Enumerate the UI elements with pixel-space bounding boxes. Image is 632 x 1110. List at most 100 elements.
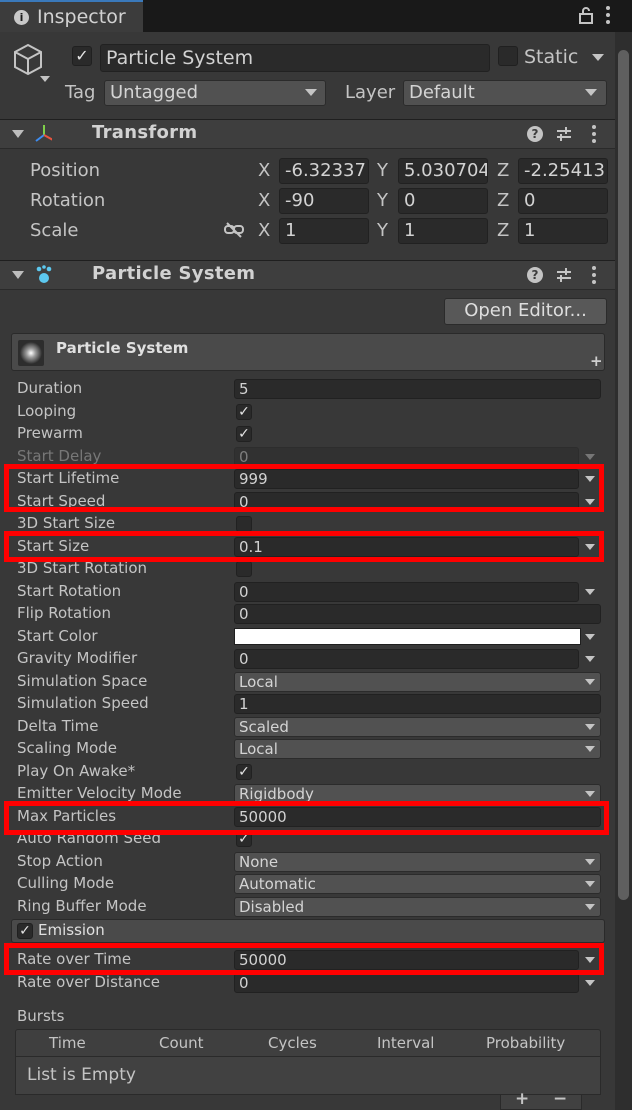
main-module-header[interactable]: Particle System + xyxy=(11,333,605,371)
transform-axes-icon xyxy=(35,125,52,142)
static-checkbox[interactable] xyxy=(498,46,518,66)
gravity-modifier-field[interactable]: 0 xyxy=(234,649,579,669)
culling-mode-dropdown[interactable]: Automatic xyxy=(234,874,601,894)
position-x-field[interactable]: -6.32337 xyxy=(279,158,369,184)
start-rotation-field[interactable]: 0 xyxy=(234,582,579,602)
rotation-y-field[interactable]: 0 xyxy=(398,188,488,214)
curve-mode-dropdown-icon[interactable] xyxy=(585,656,595,662)
bursts-label: Bursts xyxy=(17,1007,65,1025)
open-editor-button[interactable]: Open Editor... xyxy=(444,298,607,325)
highlight-box-max-particles xyxy=(4,801,609,835)
simulation-speed-field[interactable]: 1 xyxy=(234,694,601,714)
axis-y-label: Y xyxy=(377,160,388,181)
static-dropdown-icon[interactable] xyxy=(592,54,604,61)
rotation-z-field[interactable]: 0 xyxy=(518,188,608,214)
curve-mode-dropdown-icon[interactable] xyxy=(585,454,595,460)
bursts-column-probability: Probability xyxy=(486,1034,566,1052)
help-icon[interactable]: ? xyxy=(527,267,543,283)
axis-x-label: X xyxy=(258,220,271,241)
chevron-down-icon xyxy=(585,746,595,752)
axis-z-label: Z xyxy=(497,190,510,211)
rotation-label: Rotation xyxy=(30,190,106,211)
add-plus-icon[interactable]: + xyxy=(590,352,603,370)
bursts-footer: + − xyxy=(500,1089,582,1110)
scale-z-field[interactable]: 1 xyxy=(518,218,608,244)
color-mode-dropdown-icon[interactable] xyxy=(585,634,595,640)
more-menu-icon[interactable] xyxy=(606,4,612,26)
emitter-velocity-mode-label: Emitter Velocity Mode xyxy=(17,784,182,802)
emission-enabled-checkbox[interactable]: ✓ xyxy=(17,923,33,939)
foldout-arrow-icon[interactable] xyxy=(12,130,24,138)
play-on-awake-checkbox[interactable]: ✓ xyxy=(236,764,252,780)
tab-title: Inspector xyxy=(37,6,126,28)
scrollbar-thumb[interactable] xyxy=(618,50,629,900)
scale-label: Scale xyxy=(30,220,79,241)
main-module-title: Particle System xyxy=(56,339,189,357)
scale-x-field[interactable]: 1 xyxy=(279,218,369,244)
lock-icon[interactable] xyxy=(578,6,594,24)
emission-module-header[interactable]: ✓ Emission xyxy=(11,919,605,943)
position-y-field[interactable]: 5.030704 xyxy=(398,158,488,184)
looping-checkbox[interactable]: ✓ xyxy=(236,404,252,420)
delta-time-dropdown[interactable]: Scaled xyxy=(234,717,601,737)
stop-action-dropdown[interactable]: None xyxy=(234,852,601,872)
simulation-space-label: Simulation Space xyxy=(17,672,148,690)
axis-z-label: Z xyxy=(497,160,510,181)
presets-sliders-icon[interactable] xyxy=(556,125,572,143)
curve-mode-dropdown-icon[interactable] xyxy=(585,589,595,595)
bursts-table-header: Time Count Cycles Interval Probability xyxy=(15,1029,601,1057)
chevron-down-icon xyxy=(585,89,597,96)
foldout-arrow-icon[interactable] xyxy=(12,271,24,279)
tag-dropdown[interactable]: Untagged xyxy=(104,80,326,106)
help-icon[interactable]: ? xyxy=(527,126,543,142)
bursts-list: List is Empty xyxy=(15,1057,601,1095)
3d-start-rotation-checkbox[interactable] xyxy=(236,561,252,577)
scale-y-field[interactable]: 1 xyxy=(398,218,488,244)
object-name-field[interactable]: Particle System xyxy=(100,44,490,72)
unlinked-chain-icon[interactable] xyxy=(224,222,244,238)
tab-inspector[interactable]: i Inspector xyxy=(0,0,143,32)
ring-buffer-mode-dropdown[interactable]: Disabled xyxy=(234,897,601,917)
chevron-down-icon xyxy=(585,791,595,797)
bursts-column-time: Time xyxy=(49,1034,86,1052)
particle-system-header[interactable]: Particle System ? xyxy=(0,260,615,290)
info-icon: i xyxy=(14,10,29,25)
static-label: Static xyxy=(524,46,579,68)
prewarm-checkbox[interactable]: ✓ xyxy=(236,426,252,442)
particle-system-icon xyxy=(36,265,52,283)
presets-sliders-icon[interactable] xyxy=(556,266,572,284)
simulation-space-dropdown[interactable]: Local xyxy=(234,672,601,692)
position-z-field[interactable]: -2.25413 xyxy=(518,158,608,184)
layer-label: Layer xyxy=(345,82,396,103)
transform-header[interactable]: Transform ? xyxy=(0,119,615,149)
play-on-awake-label: Play On Awake* xyxy=(17,762,136,780)
active-checkbox[interactable]: ✓ xyxy=(72,46,92,66)
layer-dropdown[interactable]: Default xyxy=(403,80,607,106)
remove-burst-button[interactable]: − xyxy=(553,1089,567,1109)
culling-mode-label: Culling Mode xyxy=(17,874,115,892)
particle-system-title: Particle System xyxy=(92,263,256,284)
3d-start-size-checkbox[interactable] xyxy=(236,516,252,532)
axis-z-label: Z xyxy=(497,220,510,241)
chevron-down-icon xyxy=(585,904,595,910)
duration-field[interactable]: 5 xyxy=(234,379,601,399)
rate-over-distance-label: Rate over Distance xyxy=(17,973,160,991)
transform-title: Transform xyxy=(92,122,198,143)
context-menu-icon[interactable] xyxy=(592,125,596,143)
scaling-mode-label: Scaling Mode xyxy=(17,739,117,757)
looping-label: Looping xyxy=(17,402,77,420)
context-menu-icon[interactable] xyxy=(592,266,596,284)
flip-rotation-field[interactable]: 0 xyxy=(234,604,601,624)
start-color-swatch[interactable] xyxy=(234,628,581,645)
rate-over-distance-field[interactable]: 0 xyxy=(234,973,579,993)
curve-mode-dropdown-icon[interactable] xyxy=(585,980,595,986)
delta-time-label: Delta Time xyxy=(17,717,99,735)
gameobject-cube-icon[interactable] xyxy=(12,42,52,86)
axis-x-label: X xyxy=(258,190,271,211)
flip-rotation-label: Flip Rotation xyxy=(17,604,111,622)
add-burst-button[interactable]: + xyxy=(515,1089,529,1109)
highlight-box-lifetime-speed xyxy=(4,464,604,512)
scaling-mode-dropdown[interactable]: Local xyxy=(234,739,601,759)
rotation-x-field[interactable]: -90 xyxy=(279,188,369,214)
chevron-down-icon xyxy=(305,89,317,96)
